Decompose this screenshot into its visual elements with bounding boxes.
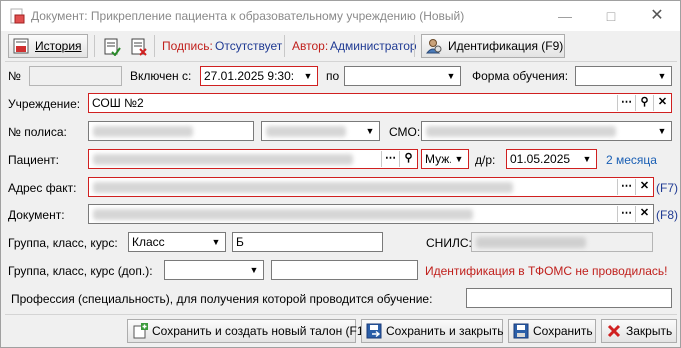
chevron-down-icon[interactable]: ▼: [654, 123, 670, 139]
number-field: [29, 66, 122, 86]
search-icon[interactable]: ⚲: [399, 151, 417, 167]
institution-field[interactable]: СОШ №2 ⋯ ⚲ ✕: [88, 93, 672, 113]
author-value: Администратор: [330, 39, 417, 53]
save-close-icon: [366, 323, 382, 339]
smo-select[interactable]: ▼: [421, 121, 672, 141]
profession-label: Профессия (специальность), для получения…: [11, 292, 433, 306]
dialog-window: Документ: Прикрепление пациента к образо…: [0, 0, 681, 348]
redacted-text: [426, 126, 616, 137]
toolbar-separator: [284, 35, 285, 57]
ellipsis-icon[interactable]: ⋯: [617, 95, 635, 111]
close-button[interactable]: Закрыть: [601, 319, 677, 343]
chevron-down-icon[interactable]: ▼: [300, 68, 316, 84]
study-form-select[interactable]: ▼: [575, 66, 672, 86]
window-title: Документ: Прикрепление пациента к образо…: [31, 9, 465, 23]
ellipsis-icon[interactable]: ⋯: [617, 206, 635, 222]
redacted-text: [93, 126, 193, 137]
policy-type-select[interactable]: ▼: [261, 121, 380, 141]
policy-label: № полиса:: [8, 125, 67, 139]
chevron-down-icon[interactable]: ▼: [208, 234, 224, 250]
redacted-text: [266, 126, 346, 137]
group-label: Группа, класс, курс:: [8, 236, 118, 250]
smo-label: СМО:: [389, 125, 421, 139]
tfoms-warning: Идентификация в ТФОМС не проводилась!: [425, 264, 668, 278]
minimize-button[interactable]: —: [542, 1, 588, 31]
to-date-label: по: [326, 69, 340, 83]
clear-icon[interactable]: ✕: [653, 95, 671, 111]
save-and-close-button[interactable]: Сохранить и закрыть: [361, 319, 503, 343]
document-hotkey: (F8): [656, 208, 678, 222]
sex-select[interactable]: Муж. ▼: [421, 149, 469, 169]
included-from-label: Включен с:: [130, 69, 192, 83]
maximize-button[interactable]: □: [588, 1, 634, 31]
document-label: Документ:: [8, 208, 65, 222]
save-button[interactable]: Сохранить: [508, 319, 596, 343]
patient-label: Пациент:: [8, 153, 60, 167]
profession-field[interactable]: [466, 288, 672, 308]
unsign-icon[interactable]: [130, 38, 148, 56]
group-extra-type-select[interactable]: ▼: [164, 260, 264, 280]
chevron-down-icon[interactable]: ▼: [451, 151, 467, 167]
dob-label: д/р:: [475, 153, 496, 167]
ellipsis-icon[interactable]: ⋯: [381, 151, 399, 167]
toolbar-separator: [414, 35, 415, 57]
snils-field: [471, 232, 653, 252]
author-label: Автор:: [292, 39, 329, 53]
policy-number-field[interactable]: [88, 121, 254, 141]
clear-icon[interactable]: ✕: [635, 179, 653, 195]
identify-button[interactable]: Идентификация (F9): [421, 34, 565, 58]
group-extra-label: Группа, класс, курс (доп.):: [8, 264, 153, 278]
group-type-select[interactable]: Класс ▼: [128, 232, 226, 252]
footer-divider: [5, 314, 677, 315]
to-date-field[interactable]: ▼: [344, 66, 461, 86]
number-label: №: [8, 69, 21, 83]
ellipsis-icon[interactable]: ⋯: [617, 179, 635, 195]
save-and-new-button[interactable]: Сохранить и создать новый талон (F1): [127, 319, 368, 343]
redacted-text: [476, 237, 586, 248]
patient-field[interactable]: ⋯ ⚲: [88, 149, 418, 169]
sign-icon[interactable]: [103, 38, 121, 56]
group-field[interactable]: Б: [232, 232, 383, 252]
study-form-label: Форма обучения:: [472, 69, 569, 83]
redacted-text: [93, 209, 473, 220]
history-button[interactable]: История: [8, 34, 88, 58]
dob-field[interactable]: 01.05.2025 ▼: [506, 149, 597, 169]
search-icon[interactable]: ⚲: [635, 95, 653, 111]
redacted-text: [93, 154, 353, 165]
chevron-down-icon[interactable]: ▼: [246, 262, 262, 278]
address-label: Адрес факт:: [8, 181, 77, 195]
toolbar-separator: [154, 35, 155, 57]
included-from-datetime[interactable]: 27.01.2025 9:30: ▼: [200, 66, 318, 86]
chevron-down-icon[interactable]: ▼: [654, 68, 670, 84]
redacted-text: [93, 182, 513, 193]
title-bar: Документ: Прикрепление пациента к образо…: [1, 1, 680, 31]
save-icon: [513, 323, 529, 339]
chevron-down-icon[interactable]: ▼: [443, 68, 459, 84]
close-icon: [607, 324, 621, 338]
age-text: 2 месяца: [606, 153, 657, 167]
clear-icon[interactable]: ✕: [635, 206, 653, 222]
address-hotkey: (F7): [656, 181, 678, 195]
document-field[interactable]: ⋯ ✕: [88, 204, 654, 224]
sign-status-value: Отсутствует: [215, 39, 283, 53]
group-extra-field[interactable]: [271, 260, 418, 280]
chevron-down-icon[interactable]: ▼: [362, 123, 378, 139]
add-document-icon: [133, 323, 148, 339]
history-icon: [13, 38, 29, 54]
toolbar-separator: [94, 35, 95, 57]
address-field[interactable]: ⋯ ✕: [88, 177, 654, 197]
institution-label: Учреждение:: [8, 97, 81, 111]
chevron-down-icon[interactable]: ▼: [579, 151, 595, 167]
user-identify-icon: [426, 39, 442, 54]
snils-label: СНИЛС:: [426, 236, 472, 250]
document-icon: [10, 8, 25, 24]
toolbar-divider: [5, 61, 677, 62]
sign-status-label: Подпись:: [162, 39, 213, 53]
close-window-button[interactable]: ✕: [634, 1, 680, 31]
